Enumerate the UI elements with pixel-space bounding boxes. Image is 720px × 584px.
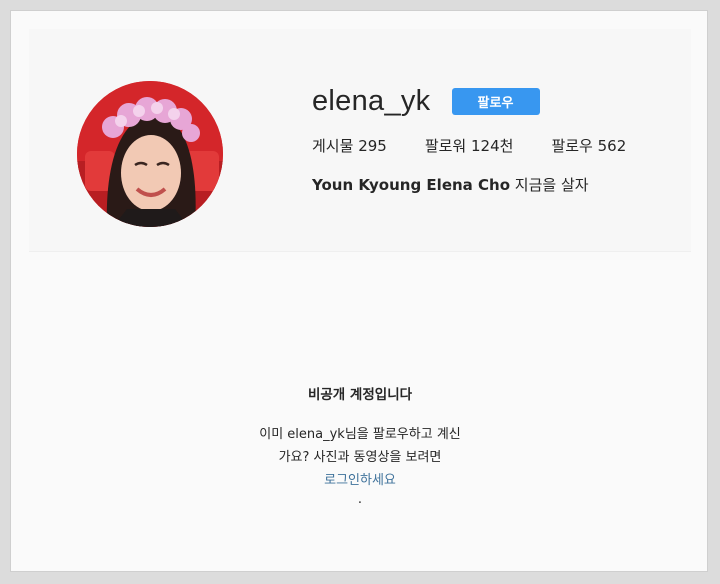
profile-header: elena_yk 팔로우 게시물 295 팔로워 124천 팔로우 562 Yo… (29, 29, 691, 252)
private-message-line2: 가요? 사진과 동영상을 보려면 (278, 450, 442, 465)
username-row: elena_yk 팔로우 (312, 79, 664, 123)
login-link[interactable]: 로그인하세요 (324, 473, 396, 488)
private-message: 이미 elena_yk님을 팔로우하고 계신 가요? 사진과 동영상을 보려면 … (11, 423, 709, 508)
avatar-photo (77, 81, 223, 227)
stat-following-label: 팔로우 (551, 137, 593, 155)
stat-followers[interactable]: 팔로워 124천 (425, 135, 514, 156)
avatar[interactable] (77, 81, 223, 227)
bio-full-name: Youn Kyoung Elena Cho (312, 176, 511, 194)
private-title: 비공개 계정입니다 (307, 387, 413, 403)
stat-followers-label: 팔로워 (424, 137, 467, 155)
stat-posts: 게시물 295 (312, 135, 387, 156)
profile-stats: 게시물 295 팔로워 124천 팔로우 562 (312, 135, 664, 156)
page-frame: elena_yk 팔로우 게시물 295 팔로워 124천 팔로우 562 Yo… (10, 10, 708, 572)
stat-posts-value: 295 (358, 137, 387, 155)
stat-followers-value: 124천 (471, 137, 514, 155)
private-account-notice: 비공개 계정입니다 이미 elena_yk님을 팔로우하고 계신 가요? 사진과… (11, 383, 709, 508)
private-message-line1: 이미 elena_yk님을 팔로우하고 계신 (259, 427, 461, 442)
stat-following-value: 562 (597, 137, 627, 155)
stat-following[interactable]: 팔로우 562 (551, 135, 626, 156)
bio-text: 지금을 살자 (514, 176, 589, 194)
follow-button[interactable]: 팔로우 (451, 87, 540, 115)
private-message-trailing: . (357, 492, 363, 507)
profile-info: elena_yk 팔로우 게시물 295 팔로워 124천 팔로우 562 Yo… (312, 79, 664, 195)
bio: Youn Kyoung Elena Cho 지금을 살자 (312, 174, 664, 195)
username: elena_yk (312, 84, 431, 117)
stat-posts-label: 게시물 (312, 137, 354, 155)
